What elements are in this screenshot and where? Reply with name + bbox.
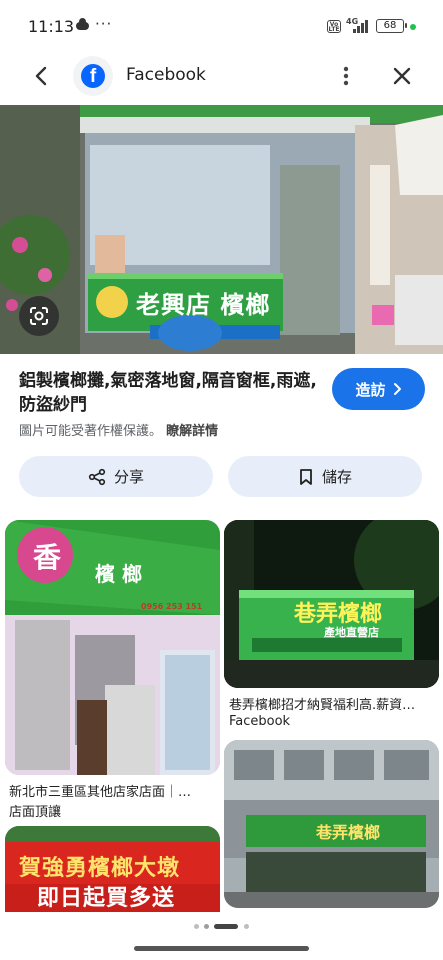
share-button[interactable]: 分享 xyxy=(19,456,213,497)
related-image-card[interactable]: 香 檳 榔 0956 253 151 xyxy=(5,520,220,775)
main-result-image[interactable]: 老興店 檳榔 xyxy=(0,105,443,354)
related-image-card[interactable]: 賀強勇檳榔大墩 即日起買多送 xyxy=(5,826,220,912)
result-title[interactable]: 鋁製檳榔攤,氣密落地窗,隔音窗框,雨遮,防盜紗門 xyxy=(19,369,319,417)
learn-more-link[interactable]: 瞭解詳情 xyxy=(166,424,218,439)
more-vert-icon xyxy=(343,66,349,86)
close-icon xyxy=(393,67,411,85)
google-lens-button[interactable] xyxy=(19,296,59,336)
card-sign-sub: 產地直營店 xyxy=(324,626,379,639)
save-label: 儲存 xyxy=(321,468,352,486)
card-caption[interactable]: 新北市三重區其他店家店面｜… xyxy=(9,781,219,800)
visit-button[interactable]: 造訪 xyxy=(332,368,425,410)
source-favicon: f xyxy=(73,56,113,96)
status-overflow: ··· xyxy=(95,15,113,33)
facebook-logo-icon: f xyxy=(81,64,105,88)
signal-icon: 4G xyxy=(346,17,372,35)
related-image-card[interactable]: 巷弄檳榔 產地直營店 xyxy=(224,520,439,688)
privacy-dot xyxy=(410,24,416,30)
back-button[interactable] xyxy=(28,62,56,90)
card-caption[interactable]: 巷弄檳榔招才納賢福利高.薪資… xyxy=(229,694,435,713)
more-options-button[interactable] xyxy=(334,62,358,90)
card-sign-main: 香 xyxy=(33,541,62,574)
hero-sign-text: 老興店 檳榔 xyxy=(136,290,271,319)
card-source: 店面頂讓 xyxy=(9,805,62,820)
page-indicator xyxy=(0,922,443,932)
copyright-notice: 圖片可能受著作權保護。 瞭解詳情 xyxy=(19,420,218,439)
card-sign-main: 巷弄檳榔 xyxy=(316,823,381,842)
card-sign-phone: 0956 253 151 xyxy=(141,602,203,611)
card-sign-sub: 即日起買多送 xyxy=(37,885,176,911)
status-bar: 11:13 ··· Vo LTE 4G 68 xyxy=(0,0,443,52)
visit-label: 造訪 xyxy=(355,380,386,399)
gesture-navigation-bar[interactable] xyxy=(134,946,309,951)
top-bar: f Facebook xyxy=(0,52,443,100)
share-icon xyxy=(88,468,106,485)
chevron-right-icon xyxy=(393,383,401,395)
related-image-card[interactable]: 巷弄檳榔 xyxy=(224,740,439,908)
volte-icon: Vo LTE xyxy=(327,20,341,33)
card-source: Facebook xyxy=(229,714,291,729)
back-arrow-icon xyxy=(35,66,47,86)
card-sign-main: 賀強勇檳榔大墩 xyxy=(19,855,181,881)
save-button[interactable]: 儲存 xyxy=(228,456,422,497)
lens-icon xyxy=(30,307,48,325)
copyright-text: 圖片可能受著作權保護。 xyxy=(19,424,163,439)
card-sign-secondary: 檳 榔 xyxy=(95,562,142,586)
network-type: 4G xyxy=(346,17,359,26)
status-time: 11:13 xyxy=(28,17,75,36)
battery-icon: 68 xyxy=(376,19,407,33)
page-title: Facebook xyxy=(126,65,206,85)
share-label: 分享 xyxy=(113,468,144,486)
bookmark-icon xyxy=(300,468,312,485)
cloud-icon xyxy=(76,18,89,30)
close-button[interactable] xyxy=(388,62,416,90)
